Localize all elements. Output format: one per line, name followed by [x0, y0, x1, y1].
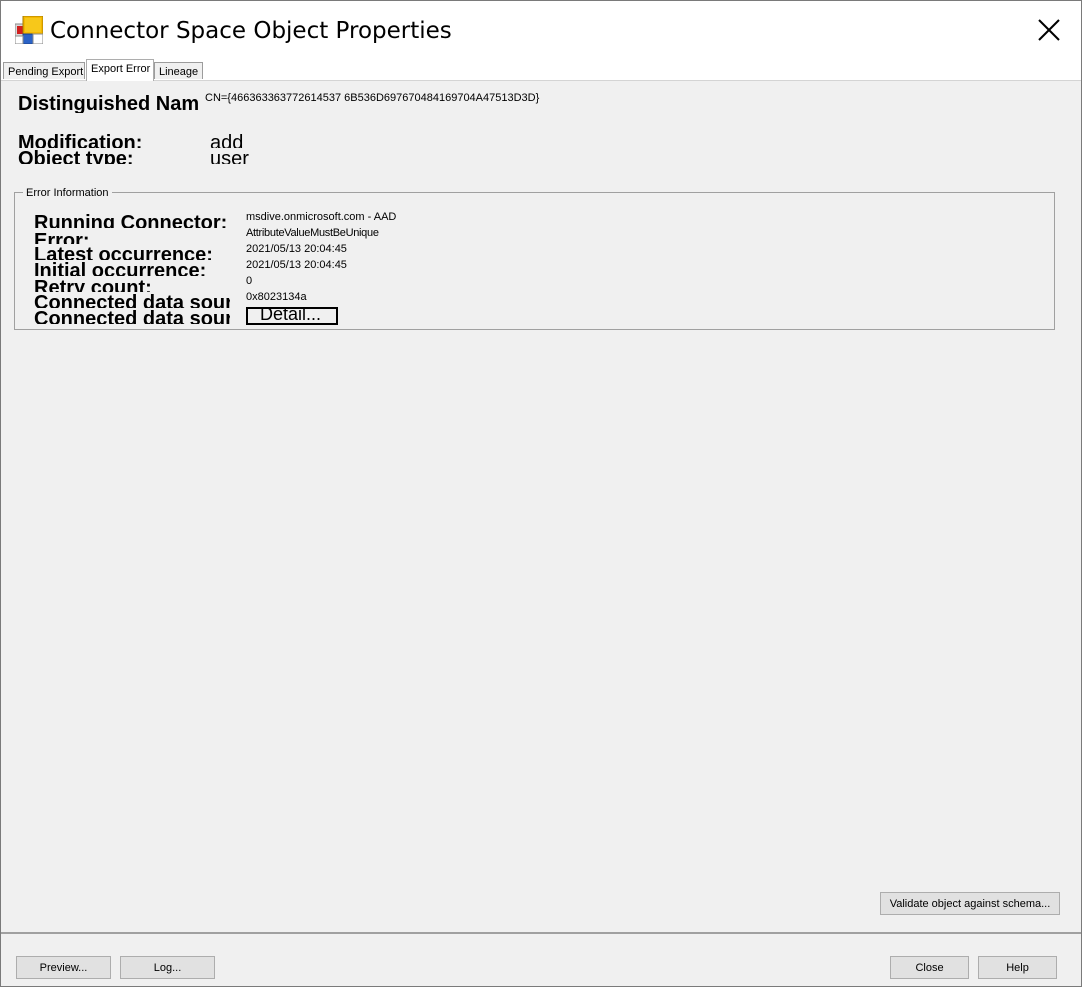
- modification-label: Modification:: [18, 132, 143, 148]
- modification-value: add: [210, 132, 244, 148]
- detail-button-label: Detail...: [260, 307, 322, 324]
- log-button[interactable]: Log...: [120, 956, 215, 979]
- running-connector-label: Running Connector:: [34, 212, 228, 228]
- export-error-panel: Distinguished Name: CN={4663633637726145…: [1, 80, 1081, 932]
- preview-button[interactable]: Preview...: [16, 956, 111, 979]
- latest-occurrence-label: Latest occurrence:: [34, 244, 213, 260]
- bottom-button-bar: Preview... Log... Close Help: [1, 934, 1081, 986]
- title-bar: Connector Space Object Properties: [1, 1, 1081, 59]
- initial-occurrence-value: 2021/05/13 20:04:45: [246, 259, 347, 271]
- help-button[interactable]: Help: [978, 956, 1057, 979]
- tab-strip: Pending Export Export Error Lineage: [1, 59, 1081, 81]
- object-type-value: user: [210, 148, 249, 164]
- tab-pending-export[interactable]: Pending Export: [3, 62, 85, 79]
- cds-error-label: Connected data source error:: [34, 308, 230, 324]
- retry-count-label: Retry count:: [34, 277, 152, 292]
- window-title: Connector Space Object Properties: [50, 18, 452, 44]
- tab-lineage[interactable]: Lineage: [154, 62, 203, 79]
- error-information-title: Error Information: [23, 187, 112, 199]
- running-connector-value: msdive.onmicrosoft.com - AAD: [246, 211, 397, 223]
- validate-schema-button[interactable]: Validate object against schema...: [880, 892, 1060, 915]
- close-button[interactable]: Close: [890, 956, 969, 979]
- initial-occurrence-label: Initial occurrence:: [34, 260, 207, 276]
- latest-occurrence-value: 2021/05/13 20:04:45: [246, 243, 347, 255]
- close-x-icon[interactable]: [1032, 13, 1066, 47]
- tab-export-error[interactable]: Export Error: [86, 59, 154, 81]
- cds-error-code-value: 0x8023134a: [246, 291, 307, 303]
- properties-window: Connector Space Object Properties Pendin…: [0, 0, 1082, 987]
- detail-button[interactable]: Detail...: [246, 307, 338, 325]
- object-type-label: Object type:: [18, 148, 134, 164]
- cds-error-code-label: Connected data source error code:: [34, 292, 230, 308]
- app-icon: [15, 16, 43, 44]
- error-value: AttributeValueMustBeUnique: [246, 227, 379, 239]
- retry-count-value: 0: [246, 275, 253, 287]
- error-label: Error:: [34, 230, 90, 244]
- dn-label: Distinguished Name:: [18, 93, 198, 113]
- dn-value: CN={466363363772614537 6B536D69767048416…: [205, 92, 540, 104]
